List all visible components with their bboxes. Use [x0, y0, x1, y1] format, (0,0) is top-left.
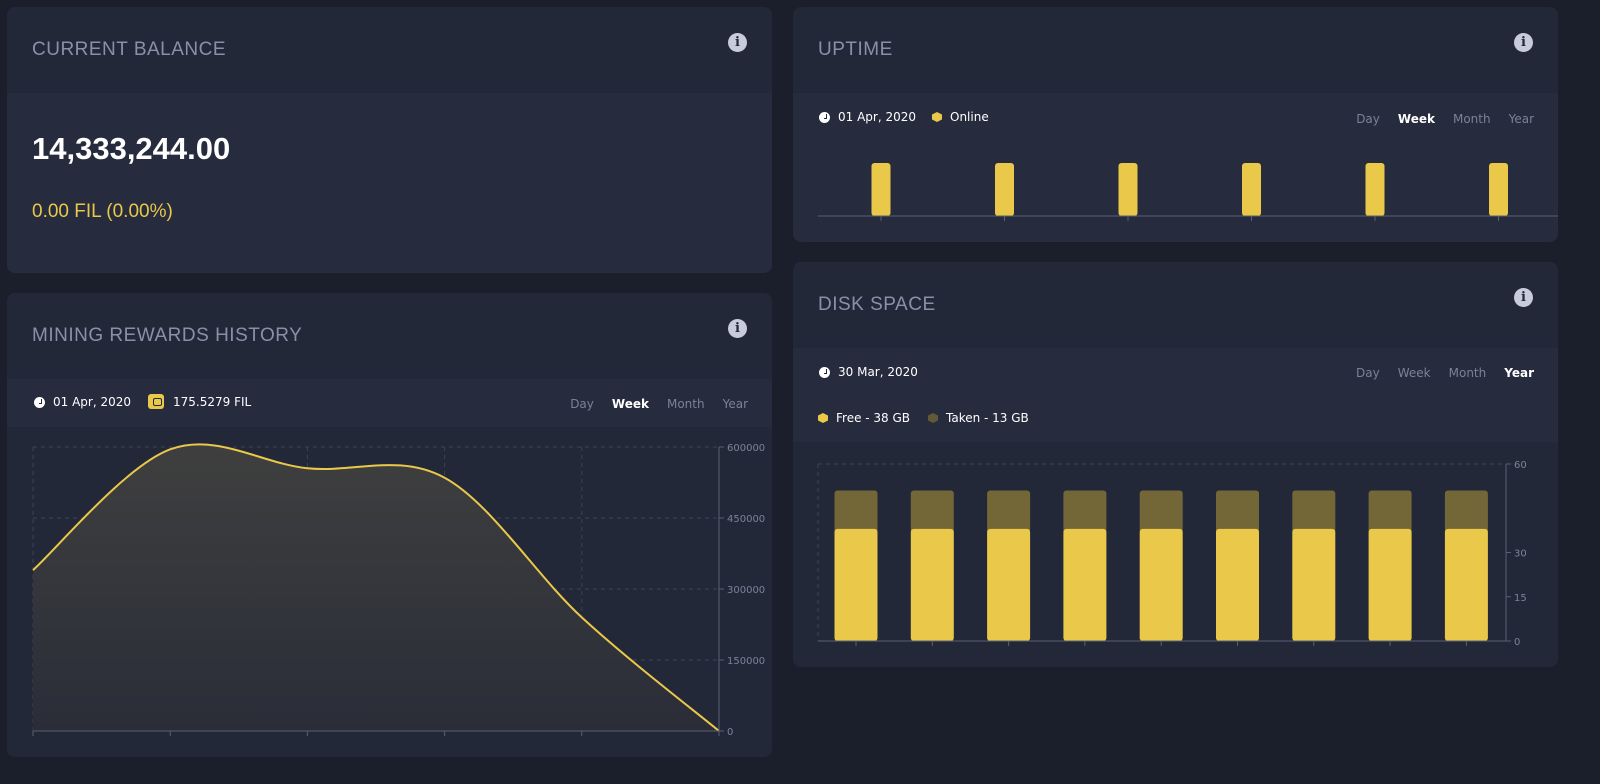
disk-space-card: DISK SPACE i 30 Mar, 2020 Day Week Month… [793, 262, 1558, 667]
legend-taken-label: Taken - 13 GB [946, 411, 1029, 425]
disk-bar-free [1063, 528, 1107, 641]
disk-bar-taken [1139, 490, 1183, 533]
rewards-chart: 0 150000 300000 450000 600000 [32, 443, 765, 738]
disk-bar-taken [910, 490, 954, 533]
uptime-bar [871, 163, 891, 216]
legend-online-label: Online [950, 110, 989, 124]
uptime-bar [1118, 163, 1138, 216]
balance-change: 0.00 FIL (0.00%) [32, 201, 173, 222]
uptime-bar [995, 163, 1014, 216]
info-icon[interactable]: i [1514, 288, 1533, 307]
uptime-legend: Online [932, 110, 989, 124]
card-title: MINING REWARDS HISTORY [32, 325, 303, 346]
y-tick-label: 60 [1514, 460, 1527, 471]
disk-bar-taken [1368, 490, 1412, 533]
clock-icon [34, 396, 45, 408]
legend-online-marker [932, 112, 942, 122]
card-header: MINING REWARDS HISTORY i [7, 293, 772, 379]
card-title: DISK SPACE [818, 294, 936, 315]
disk-bar-taken [1444, 490, 1488, 533]
y-tick-label: 450000 [727, 514, 765, 525]
y-tick-label: 30 [1514, 549, 1527, 560]
disk-toolbar: 30 Mar, 2020 Day Week Month Year Free - … [793, 348, 1558, 442]
disk-bar-taken [1063, 490, 1107, 533]
period-day[interactable]: Day [1356, 366, 1380, 380]
total-label: 175.5279 FIL [173, 394, 252, 409]
rewards-toolbar: 01 Apr, 2020 175.5279 FIL Day Week Month… [7, 379, 772, 427]
period-year[interactable]: Year [1504, 366, 1534, 380]
period-month[interactable]: Month [667, 397, 705, 411]
period-day[interactable]: Day [570, 397, 594, 411]
period-day[interactable]: Day [1356, 112, 1380, 126]
card-title: UPTIME [818, 39, 893, 60]
period-year[interactable]: Year [723, 397, 748, 411]
period-month[interactable]: Month [1453, 112, 1491, 126]
y-tick-label: 15 [1514, 593, 1527, 604]
legend-taken-marker [928, 413, 938, 423]
card-header: DISK SPACE i [793, 262, 1558, 348]
disk-bar-taken [987, 490, 1031, 533]
disk-bar-free [910, 528, 954, 641]
disk-bar-free [987, 528, 1031, 641]
date-label: 01 Apr, 2020 [838, 110, 917, 124]
disk-bar-taken [834, 490, 878, 533]
balance-amount: 14,333,244.00 [32, 131, 231, 166]
date-label: 30 Mar, 2020 [838, 365, 918, 379]
balance-body: 14,333,244.00 0.00 FIL (0.00%) [7, 93, 772, 273]
uptime-bar [1242, 163, 1261, 216]
disk-bar-taken [1292, 490, 1336, 533]
uptime-card: UPTIME i 01 Apr, 2020 Online Day Week Mo… [793, 7, 1558, 242]
period-week[interactable]: Week [612, 397, 649, 411]
disk-bar-free [834, 528, 878, 641]
uptime-bar [1489, 163, 1508, 216]
card-header: UPTIME i [793, 7, 1558, 93]
y-tick-label: 0 [727, 727, 733, 738]
uptime-bar [1365, 163, 1385, 216]
period-selector: Day Week Month Year [570, 397, 748, 411]
uptime-body: 01 Apr, 2020 Online Day Week Month Year [793, 93, 1558, 242]
legend-free: Free - 38 GB [818, 411, 910, 425]
y-tick-label: 0 [1514, 637, 1520, 648]
period-selector: Day Week Month Year [1356, 366, 1534, 380]
clock-icon [819, 366, 830, 378]
y-tick-label: 600000 [727, 443, 765, 454]
disk-bar-free [1292, 528, 1336, 641]
disk-bar-free [1216, 528, 1259, 641]
period-week[interactable]: Week [1398, 112, 1435, 126]
period-week[interactable]: Week [1398, 366, 1431, 380]
uptime-chart [818, 163, 1558, 221]
period-selector: Day Week Month Year [1356, 112, 1534, 126]
disk-bar-free [1139, 528, 1183, 641]
card-title: CURRENT BALANCE [32, 39, 227, 60]
info-icon[interactable]: i [1514, 33, 1533, 52]
legend-free-marker [818, 413, 828, 423]
disk-chart: 0 15 30 60 [817, 460, 1527, 648]
info-icon[interactable]: i [728, 33, 747, 52]
period-year[interactable]: Year [1509, 112, 1534, 126]
y-tick-label: 150000 [727, 656, 765, 667]
info-icon[interactable]: i [728, 319, 747, 338]
disk-bar-taken [1216, 490, 1259, 533]
disk-bar-free [1444, 528, 1488, 641]
mining-rewards-card: MINING REWARDS HISTORY i 01 Apr, 2020 17… [7, 293, 772, 757]
rewards-total: 175.5279 FIL [148, 394, 251, 409]
legend-free-label: Free - 38 GB [836, 411, 911, 425]
card-header: CURRENT BALANCE i [7, 7, 772, 93]
date-label: 01 Apr, 2020 [53, 395, 132, 409]
disk-bar-free [1368, 528, 1412, 641]
rewards-date: 01 Apr, 2020 [34, 395, 131, 409]
wallet-icon [148, 394, 164, 409]
clock-icon [819, 111, 830, 123]
period-month[interactable]: Month [1449, 366, 1487, 380]
y-tick-label: 300000 [727, 585, 765, 596]
legend-taken: Taken - 13 GB [928, 411, 1029, 425]
rewards-area [33, 444, 719, 731]
uptime-date: 01 Apr, 2020 [819, 110, 916, 124]
current-balance-card: CURRENT BALANCE i 14,333,244.00 0.00 FIL… [7, 7, 772, 273]
disk-date: 30 Mar, 2020 [819, 365, 918, 379]
